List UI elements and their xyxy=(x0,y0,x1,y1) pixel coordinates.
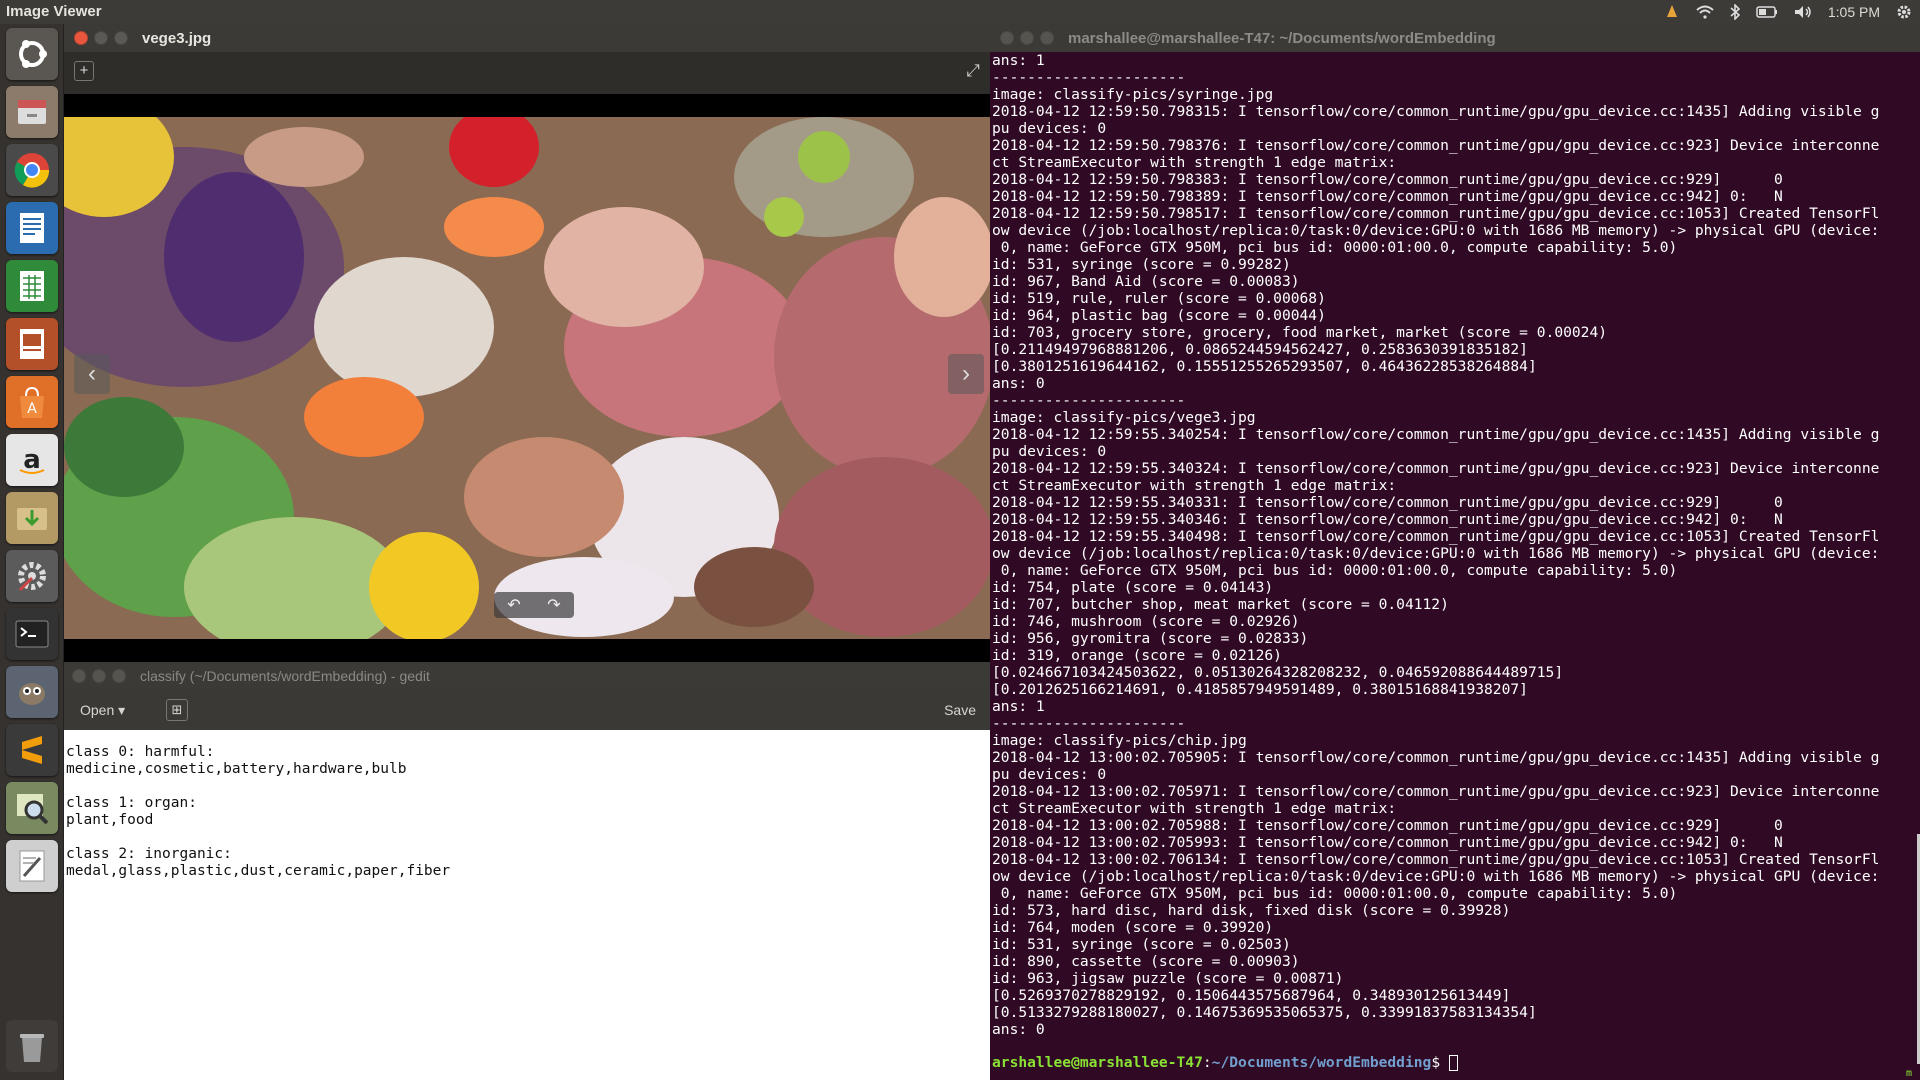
gedit-maximize-button[interactable] xyxy=(112,669,126,683)
bluetooth-icon[interactable] xyxy=(1730,4,1740,20)
software-center-icon[interactable]: A xyxy=(6,376,58,428)
volume-icon[interactable] xyxy=(1794,5,1812,19)
rotate-left-icon[interactable]: ↶ xyxy=(507,595,520,615)
terminal-output: ans: 1 ---------------------- image: cla… xyxy=(992,52,1880,1038)
previous-image-button[interactable]: ‹ xyxy=(74,354,110,394)
terminal-maximize-button[interactable] xyxy=(1040,31,1054,45)
terminal-titlebar: marshallee@marshallee-T47: ~/Documents/w… xyxy=(990,24,1920,52)
terminal-prompt[interactable]: arshallee@marshallee-T47:~/Documents/wor… xyxy=(992,1054,1458,1071)
gedit-title: classify (~/Documents/wordEmbedding) - g… xyxy=(140,668,430,684)
svg-text:a: a xyxy=(23,445,41,475)
new-document-icon[interactable]: ⊞ xyxy=(166,699,188,721)
terminal-icon[interactable] xyxy=(6,608,58,660)
gallery-toggle-button[interactable]: + xyxy=(74,61,94,81)
ubuntu-dash-icon[interactable] xyxy=(6,28,58,80)
fullscreen-icon[interactable]: ⤢ xyxy=(962,61,984,83)
image-viewer-icon[interactable] xyxy=(6,782,58,834)
svg-text:A: A xyxy=(27,401,37,417)
open-button[interactable]: Open ▾ xyxy=(80,702,125,719)
gear-icon[interactable] xyxy=(1896,4,1912,20)
notification-icon[interactable] xyxy=(1664,4,1680,20)
launcher: A a xyxy=(0,24,64,1080)
chrome-icon[interactable] xyxy=(6,144,58,196)
wifi-icon[interactable] xyxy=(1696,5,1714,19)
gedit-window: classify (~/Documents/wordEmbedding) - g… xyxy=(64,662,990,1080)
downloads-icon[interactable] xyxy=(6,492,58,544)
rotate-controls: ↶ ↷ xyxy=(494,592,574,618)
save-button[interactable]: Save xyxy=(944,702,976,718)
calc-icon[interactable] xyxy=(6,260,58,312)
image-viewer-titlebar: vege3.jpg xyxy=(64,24,994,52)
image-canvas: ‹ › ↶ ↷ xyxy=(64,94,994,662)
prompt-path: ~/Documents/wordEmbedding xyxy=(1211,1054,1432,1071)
gedit-minimize-button[interactable] xyxy=(92,669,106,683)
rotate-right-icon[interactable]: ↷ xyxy=(547,595,560,615)
writer-icon[interactable] xyxy=(6,202,58,254)
gedit-toolbar: Open ▾ ⊞ Save xyxy=(64,690,990,730)
system-settings-icon[interactable] xyxy=(6,550,58,602)
image-viewer-window: vege3.jpg + ⤢ ‹ › ↶ ↷ xyxy=(64,24,994,662)
gedit-text-area[interactable]: class 0: harmful: medicine,cosmetic,batt… xyxy=(66,744,986,880)
text-editor-icon[interactable] xyxy=(6,840,58,892)
close-button[interactable] xyxy=(74,31,88,45)
prompt-symbol: $ xyxy=(1431,1054,1449,1071)
battery-icon[interactable] xyxy=(1756,6,1778,18)
amazon-icon[interactable]: a xyxy=(6,434,58,486)
chevron-down-icon: ▾ xyxy=(118,702,126,718)
files-icon[interactable] xyxy=(6,86,58,138)
next-image-button[interactable]: › xyxy=(948,354,984,394)
gimp-icon[interactable] xyxy=(6,666,58,718)
trash-icon[interactable] xyxy=(6,1020,58,1072)
sublime-text-icon[interactable] xyxy=(6,724,58,776)
active-app-title: Image Viewer xyxy=(6,3,102,20)
system-tray: 1:05 PM xyxy=(1664,0,1912,24)
terminal-minimize-button[interactable] xyxy=(1020,31,1034,45)
image-viewer-toolbar: + ⤢ xyxy=(64,52,994,94)
open-label: Open xyxy=(80,702,115,718)
gedit-titlebar: classify (~/Documents/wordEmbedding) - g… xyxy=(64,662,990,690)
image-viewer-title: vege3.jpg xyxy=(142,29,212,47)
terminal-resize-indicator: m xyxy=(1905,1068,1912,1079)
top-panel: Image Viewer 1:05 PM xyxy=(0,0,1920,24)
vegetable-scraps-photo xyxy=(64,117,994,639)
terminal-close-button[interactable] xyxy=(1000,31,1014,45)
minimize-button[interactable] xyxy=(94,31,108,45)
maximize-button[interactable] xyxy=(114,31,128,45)
gedit-close-button[interactable] xyxy=(72,669,86,683)
impress-icon[interactable] xyxy=(6,318,58,370)
terminal-title: marshallee@marshallee-T47: ~/Documents/w… xyxy=(1068,29,1496,47)
prompt-user: arshallee@marshallee-T47 xyxy=(992,1054,1203,1071)
terminal-window: marshallee@marshallee-T47: ~/Documents/w… xyxy=(990,24,1920,1080)
text-cursor xyxy=(1448,1055,1458,1071)
clock[interactable]: 1:05 PM xyxy=(1828,4,1880,20)
